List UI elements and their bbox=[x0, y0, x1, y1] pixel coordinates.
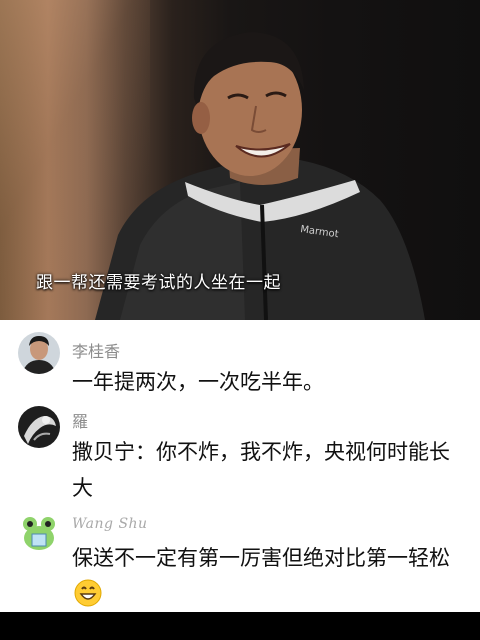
video-frame[interactable]: Marmot 跟一帮还需要考试的人坐在一起 bbox=[0, 0, 480, 320]
comment-username[interactable]: 李桂香 bbox=[72, 338, 120, 362]
grinning-face-emoji-icon bbox=[74, 579, 102, 607]
comment-list: 李桂香 一年提两次，一次吃半年。 羅 撒贝宁：你不炸，我不炸，央视何时能长大 W… bbox=[0, 320, 480, 612]
video-subtitle: 跟一帮还需要考试的人坐在一起 bbox=[36, 273, 281, 293]
comment-text: 撒贝宁：你不炸，我不炸，央视何时能长大 bbox=[72, 440, 450, 500]
avatar[interactable] bbox=[18, 332, 60, 374]
bottom-bar bbox=[0, 612, 480, 640]
comment-username[interactable]: 羅 bbox=[72, 408, 88, 432]
comment-text-body: 保送不一定有第一厉害但绝对比第一轻松 bbox=[72, 546, 450, 570]
comment-username[interactable]: Wang Shu bbox=[72, 516, 148, 532]
comment-text: 保送不一定有第一厉害但绝对比第一轻松 bbox=[72, 540, 468, 612]
avatar[interactable] bbox=[18, 512, 60, 554]
comment-text: 一年提两次，一次吃半年。 bbox=[72, 370, 324, 394]
avatar[interactable] bbox=[18, 406, 60, 448]
screen: Marmot 跟一帮还需要考试的人坐在一起 李桂香 一年提两次，一次吃半年。 羅… bbox=[0, 0, 480, 640]
